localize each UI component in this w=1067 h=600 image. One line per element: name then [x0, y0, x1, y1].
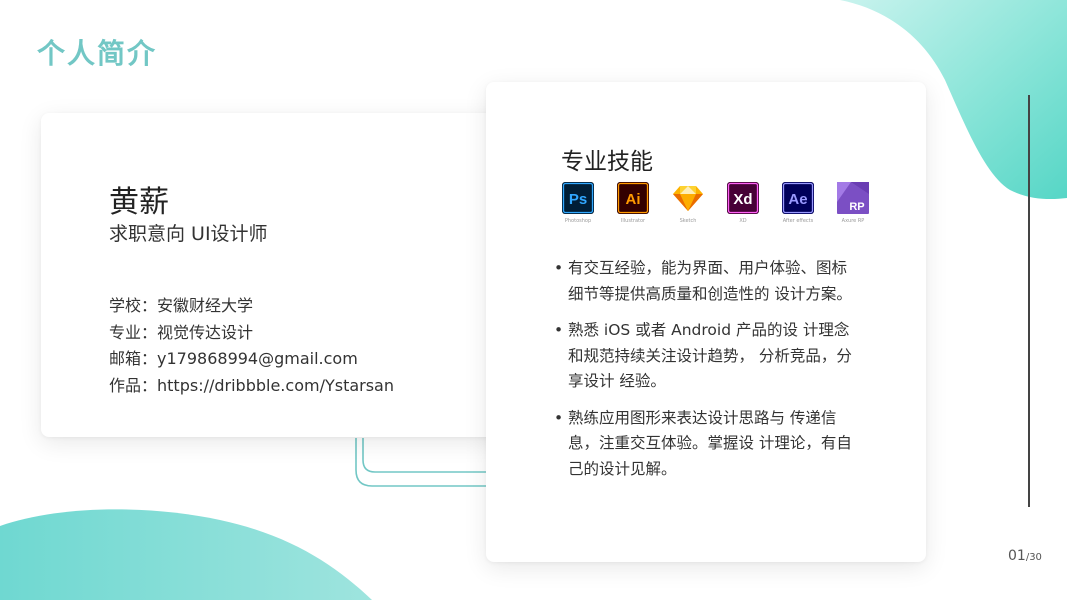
axure-rp-icon: RP	[837, 182, 869, 214]
skill-axure: RP Axure RP	[837, 182, 892, 224]
page-number: 01/30	[1008, 548, 1042, 564]
profile-card: 黄薪 求职意向 UI设计师 学校： 安徽财经大学 专业： 视觉传达设计 邮箱： …	[41, 113, 519, 437]
skill-caption: Axure RP	[841, 218, 865, 224]
info-major: 专业： 视觉传达设计	[109, 320, 394, 347]
skill-caption: Illustrator	[620, 218, 646, 224]
svg-text:Ps: Ps	[569, 191, 587, 208]
skill-xd: Xd XD	[727, 182, 782, 224]
info-label: 作品：	[109, 375, 158, 395]
skill-after-effects: Ae After effects	[782, 182, 837, 224]
skills-bullet-list: • 有交互经验，能为界面、用户体验、图标 细节等提供高质量和创造性的 设计方案。…	[554, 256, 864, 493]
sketch-icon	[673, 186, 703, 211]
svg-text:Xd: Xd	[733, 191, 752, 208]
job-intent: 求职意向 UI设计师	[109, 223, 268, 245]
bullet-dot-icon: •	[554, 259, 564, 277]
bullet-dot-icon: •	[554, 321, 564, 339]
bullet-dot-icon: •	[554, 408, 564, 427]
page-total: /30	[1025, 552, 1042, 563]
skills-title: 专业技能	[561, 149, 653, 175]
after-effects-icon: Ae	[782, 182, 814, 214]
list-item: • 有交互经验，能为界面、用户体验、图标 细节等提供高质量和创造性的 设计方案。	[554, 256, 864, 307]
page-title: 个人简介	[37, 37, 158, 70]
info-portfolio: 作品： https://dribbble.com/Ystarsan	[109, 373, 394, 400]
skill-caption: Photoshop	[564, 218, 592, 224]
info-school: 学校： 安徽财经大学	[109, 293, 394, 320]
photoshop-icon: Ps	[562, 182, 594, 214]
bullet-text: 有交互经验，能为界面、用户体验、图标 细节等提供高质量和创造性的 设计方案。	[568, 259, 852, 303]
vertical-divider	[1028, 95, 1030, 507]
skill-photoshop: Ps Photoshop	[562, 182, 617, 224]
info-label: 专业：	[109, 322, 158, 342]
info-value: 视觉传达设计	[157, 322, 254, 342]
page-current: 01	[1008, 548, 1026, 564]
skill-caption: Sketch	[679, 218, 697, 224]
info-value[interactable]: y179868994@gmail.com	[157, 346, 358, 373]
svg-text:Ai: Ai	[626, 191, 641, 208]
skill-illustrator: Ai Illustrator	[617, 182, 672, 224]
list-item: • 熟练应用图形来表达设计思路与 传递信息，注重交互体验。掌握设 计理论，有自己…	[554, 406, 864, 483]
info-label: 学校：	[109, 296, 158, 315]
bullet-text: 熟练应用图形来表达设计思路与 传递信息，注重交互体验。掌握设 计理论，有自己的设…	[568, 408, 852, 478]
illustrator-icon: Ai	[617, 182, 649, 214]
bullet-text: 熟悉 iOS 或者 Android 产品的设 计理念和规范持续关注设计趋势， 分…	[568, 321, 852, 390]
bottom-left-blob	[0, 509, 372, 600]
info-email: 邮箱： y179868994@gmail.com	[109, 346, 394, 373]
info-value: 安徽财经大学	[157, 296, 254, 315]
info-label: 邮箱：	[109, 349, 158, 368]
profile-info-list: 学校： 安徽财经大学 专业： 视觉传达设计 邮箱： y179868994@gma…	[109, 293, 394, 399]
skill-icons: Ps Photoshop Ai Illustrator Sketch Xd XD…	[562, 182, 892, 224]
profile-name: 黄薪	[109, 185, 169, 220]
xd-icon: Xd	[727, 182, 759, 214]
skill-sketch: Sketch	[672, 182, 727, 224]
skill-caption: XD	[739, 218, 747, 224]
skills-card: 专业技能 Ps Photoshop Ai Illustrator Sketch …	[486, 82, 926, 562]
connector-lines	[355, 438, 490, 487]
svg-text:RP: RP	[849, 201, 864, 213]
list-item: • 熟悉 iOS 或者 Android 产品的设 计理念和规范持续关注设计趋势，…	[554, 318, 864, 395]
svg-text:Ae: Ae	[788, 191, 807, 208]
skill-caption: After effects	[782, 218, 814, 224]
info-value[interactable]: https://dribbble.com/Ystarsan	[157, 373, 394, 400]
